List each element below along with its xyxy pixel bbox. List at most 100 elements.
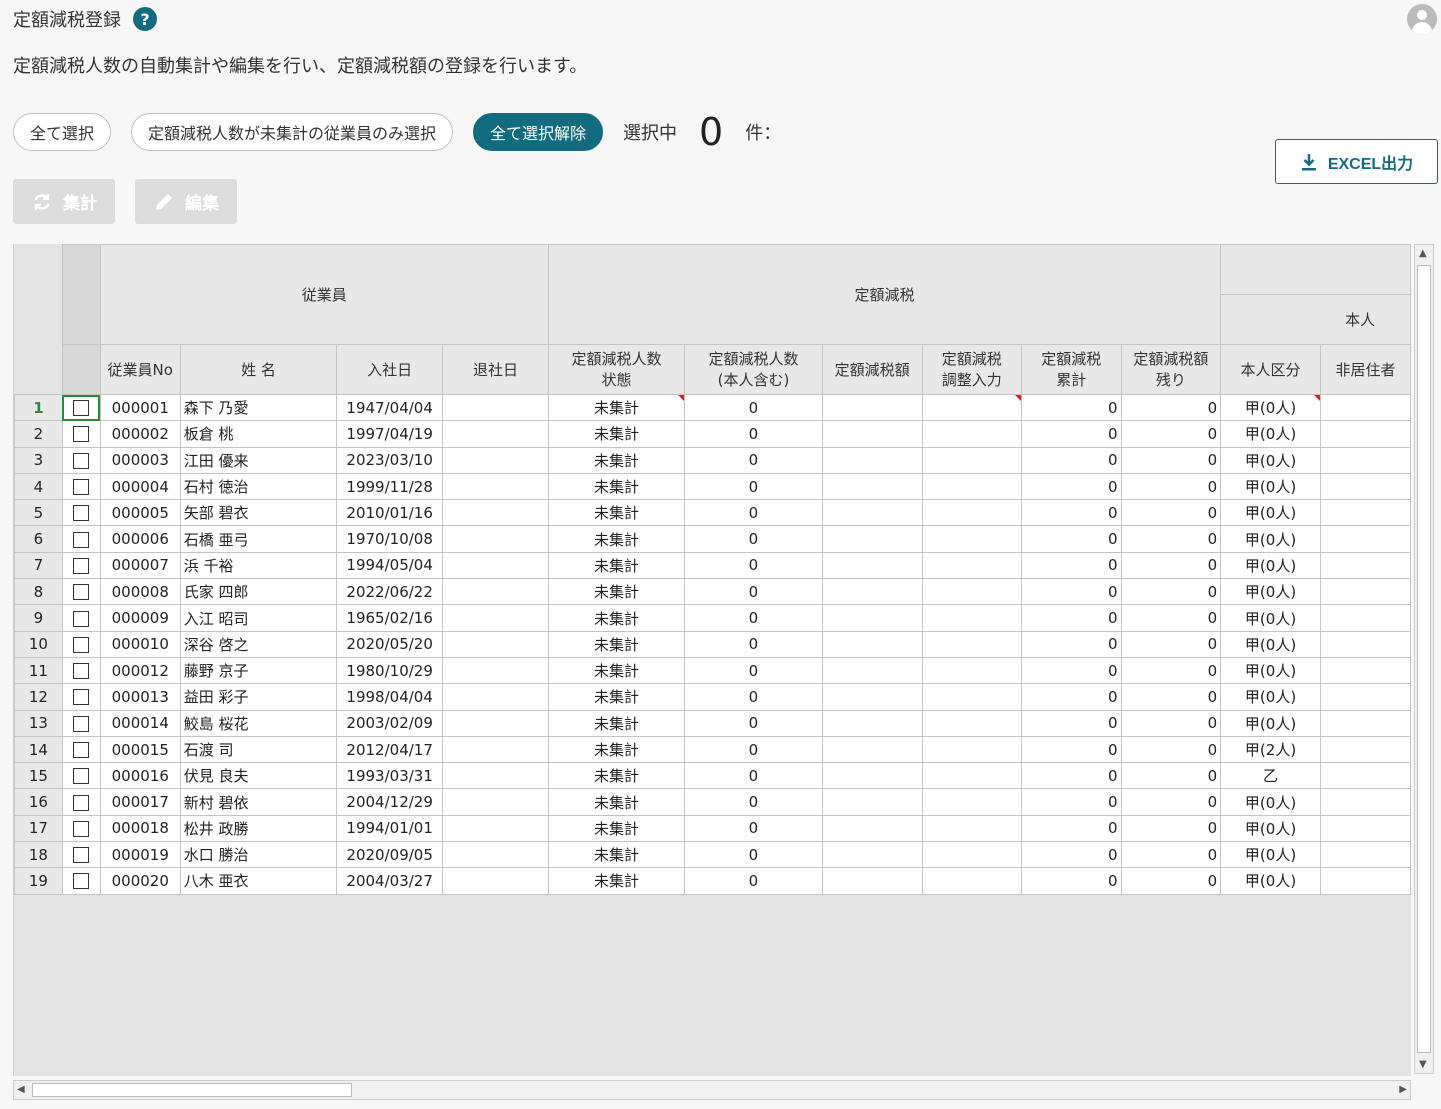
cell-emp-no[interactable]: 000004 bbox=[99, 472, 181, 501]
cell-count-incl-self[interactable]: 0 bbox=[684, 683, 823, 711]
row-number[interactable]: 14 bbox=[14, 735, 63, 764]
cell-cumulative[interactable]: 0 bbox=[1021, 841, 1122, 869]
cell-remaining[interactable]: 0 bbox=[1120, 446, 1222, 474]
table-row[interactable]: 10 000010 深谷 啓之 2020/05/20 未集計 0 0 0 甲(0人) bbox=[14, 630, 1411, 658]
cell-non-resident[interactable] bbox=[1319, 841, 1411, 869]
cell-count-status[interactable]: 未集計 bbox=[547, 762, 686, 790]
cell-hire-date[interactable]: 2004/12/29 bbox=[336, 788, 444, 816]
cell-non-resident[interactable] bbox=[1319, 604, 1411, 632]
cell-hire-date[interactable]: 2023/03/10 bbox=[336, 446, 444, 474]
cell-remaining[interactable]: 0 bbox=[1120, 578, 1222, 606]
row-checkbox[interactable] bbox=[61, 709, 101, 737]
table-row[interactable]: 17 000018 松井 政勝 1994/01/01 未集計 0 0 0 甲(0人) bbox=[14, 814, 1411, 843]
cell-count-status[interactable]: 未集計 bbox=[547, 472, 686, 501]
cell-cumulative[interactable]: 0 bbox=[1021, 735, 1122, 764]
checkbox[interactable] bbox=[73, 557, 90, 574]
cell-name[interactable]: 深谷 啓之 bbox=[179, 630, 338, 658]
horizontal-scroll-thumb[interactable] bbox=[32, 1083, 352, 1097]
checkbox[interactable] bbox=[73, 505, 90, 522]
cell-count-status[interactable]: 未集計 bbox=[547, 788, 686, 816]
cell-adjust-input[interactable] bbox=[921, 604, 1023, 632]
cell-name[interactable]: 入江 昭司 bbox=[179, 604, 338, 632]
cell-leave-date[interactable] bbox=[442, 735, 549, 764]
table-row[interactable]: 5 000005 矢部 碧衣 2010/01/16 未集計 0 0 0 甲(0人) bbox=[14, 499, 1411, 527]
cell-cumulative[interactable]: 0 bbox=[1021, 551, 1122, 580]
cell-cumulative[interactable]: 0 bbox=[1021, 393, 1122, 422]
cell-self-category[interactable]: 甲(0人) bbox=[1220, 551, 1321, 580]
cell-self-category[interactable]: 乙 bbox=[1220, 762, 1321, 790]
cell-amount[interactable] bbox=[821, 630, 923, 658]
cell-leave-date[interactable] bbox=[442, 525, 549, 553]
cell-count-incl-self[interactable]: 0 bbox=[684, 420, 823, 448]
cell-leave-date[interactable] bbox=[442, 578, 549, 606]
cell-emp-no[interactable]: 000012 bbox=[99, 656, 181, 685]
cell-cumulative[interactable]: 0 bbox=[1021, 472, 1122, 501]
cell-self-category[interactable]: 甲(2人) bbox=[1220, 735, 1321, 764]
row-number[interactable]: 19 bbox=[14, 867, 63, 895]
row-checkbox[interactable] bbox=[61, 683, 101, 711]
row-checkbox[interactable] bbox=[61, 656, 101, 685]
cell-count-incl-self[interactable]: 0 bbox=[684, 630, 823, 658]
cell-remaining[interactable]: 0 bbox=[1120, 499, 1222, 527]
cell-non-resident[interactable] bbox=[1319, 393, 1411, 422]
checkbox[interactable] bbox=[73, 715, 90, 732]
table-row[interactable]: 1 000001 森下 乃愛 1947/04/04 未集計 0 0 0 甲(0人) bbox=[14, 393, 1411, 422]
table-row[interactable]: 7 000007 浜 千裕 1994/05/04 未集計 0 0 0 甲(0人) bbox=[14, 551, 1411, 580]
cell-remaining[interactable]: 0 bbox=[1120, 393, 1222, 422]
checkbox[interactable] bbox=[73, 610, 90, 627]
cell-adjust-input[interactable] bbox=[921, 762, 1023, 790]
table-row[interactable]: 9 000009 入江 昭司 1965/02/16 未集計 0 0 0 甲(0人) bbox=[14, 604, 1411, 632]
cell-remaining[interactable]: 0 bbox=[1120, 709, 1222, 737]
row-number[interactable]: 17 bbox=[14, 814, 63, 843]
cell-count-status[interactable]: 未集計 bbox=[547, 656, 686, 685]
horizontal-scrollbar[interactable]: ◀ ▶ bbox=[13, 1080, 1411, 1100]
table-row[interactable]: 6 000006 石橋 亜弓 1970/10/08 未集計 0 0 0 甲(0人) bbox=[14, 525, 1411, 553]
row-number[interactable]: 4 bbox=[14, 472, 63, 501]
checkbox[interactable] bbox=[73, 794, 90, 811]
cell-cumulative[interactable]: 0 bbox=[1021, 709, 1122, 737]
cell-non-resident[interactable] bbox=[1319, 525, 1411, 553]
col-leave-date[interactable]: 退社日 bbox=[442, 344, 549, 395]
cell-emp-no[interactable]: 000016 bbox=[99, 762, 181, 790]
cell-remaining[interactable]: 0 bbox=[1120, 656, 1222, 685]
cell-adjust-input[interactable] bbox=[921, 814, 1023, 843]
table-row[interactable]: 12 000013 益田 彩子 1998/04/04 未集計 0 0 0 甲(0人) bbox=[14, 683, 1411, 711]
cell-name[interactable]: 浜 千裕 bbox=[179, 551, 338, 580]
checkbox[interactable] bbox=[73, 426, 90, 443]
cell-count-incl-self[interactable]: 0 bbox=[684, 709, 823, 737]
checkbox[interactable] bbox=[73, 663, 90, 680]
cell-adjust-input[interactable] bbox=[921, 551, 1023, 580]
table-row[interactable]: 14 000015 石渡 司 2012/04/17 未集計 0 0 0 甲(2人) bbox=[14, 735, 1411, 764]
cell-cumulative[interactable]: 0 bbox=[1021, 788, 1122, 816]
cell-emp-no[interactable]: 000014 bbox=[99, 709, 181, 737]
cell-count-incl-self[interactable]: 0 bbox=[684, 814, 823, 843]
table-row[interactable]: 18 000019 水口 勝治 2020/09/05 未集計 0 0 0 甲(0人) bbox=[14, 841, 1411, 869]
table-row[interactable]: 4 000004 石村 徳治 1999/11/28 未集計 0 0 0 甲(0人) bbox=[14, 472, 1411, 501]
cell-non-resident[interactable] bbox=[1319, 735, 1411, 764]
cell-count-incl-self[interactable]: 0 bbox=[684, 762, 823, 790]
cell-name[interactable]: 松井 政勝 bbox=[179, 814, 338, 843]
cell-emp-no[interactable]: 000008 bbox=[99, 578, 181, 606]
cell-amount[interactable] bbox=[821, 420, 923, 448]
col-count-status[interactable]: 定額減税人数 状態 bbox=[547, 344, 686, 395]
table-row[interactable]: 16 000017 新村 碧依 2004/12/29 未集計 0 0 0 甲(0人) bbox=[14, 788, 1411, 816]
checkbox[interactable] bbox=[73, 820, 90, 837]
cell-hire-date[interactable]: 2020/09/05 bbox=[336, 841, 444, 869]
cell-adjust-input[interactable] bbox=[921, 841, 1023, 869]
cell-remaining[interactable]: 0 bbox=[1120, 604, 1222, 632]
cell-adjust-input[interactable] bbox=[921, 788, 1023, 816]
cell-name[interactable]: 八木 亜衣 bbox=[179, 867, 338, 895]
row-checkbox[interactable] bbox=[61, 446, 101, 474]
cell-count-status[interactable]: 未集計 bbox=[547, 525, 686, 553]
cell-cumulative[interactable]: 0 bbox=[1021, 656, 1122, 685]
cell-non-resident[interactable] bbox=[1319, 814, 1411, 843]
cell-name[interactable]: 江田 優来 bbox=[179, 446, 338, 474]
cell-count-incl-self[interactable]: 0 bbox=[684, 446, 823, 474]
select-all-button[interactable]: 全て選択 bbox=[13, 113, 112, 151]
cell-emp-no[interactable]: 000007 bbox=[99, 551, 181, 580]
select-unaggregated-button[interactable]: 定額減税人数が未集計の従業員のみ選択 bbox=[131, 113, 454, 151]
cell-count-incl-self[interactable]: 0 bbox=[684, 525, 823, 553]
cell-count-incl-self[interactable]: 0 bbox=[684, 788, 823, 816]
scroll-down-icon[interactable]: ▼ bbox=[1419, 1059, 1427, 1070]
row-checkbox[interactable] bbox=[61, 525, 101, 553]
